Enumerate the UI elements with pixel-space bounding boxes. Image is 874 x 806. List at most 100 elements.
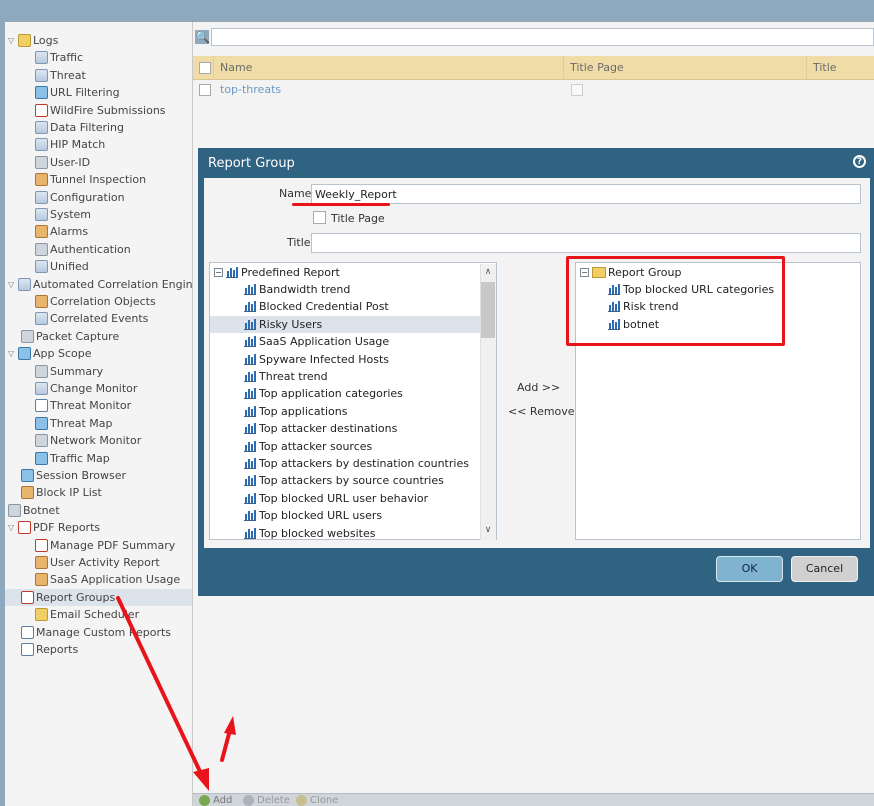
- title-field[interactable]: [311, 233, 861, 253]
- available-scroll-thumb[interactable]: [481, 282, 495, 338]
- expand-toggle-icon[interactable]: ▽: [8, 519, 17, 536]
- sidebar-item-traffic[interactable]: Traffic: [5, 49, 192, 66]
- table-row[interactable]: top-threats: [193, 80, 874, 100]
- sidebar-item-session-browser[interactable]: Session Browser: [5, 467, 192, 484]
- column-title-page[interactable]: Title Page: [563, 56, 806, 80]
- available-report-item[interactable]: Top application categories: [210, 385, 480, 402]
- row-checkbox[interactable]: [199, 84, 211, 96]
- sidebar-item-manage-custom-reports[interactable]: Manage Custom Reports: [5, 624, 192, 641]
- sidebar-item-pdf-reports[interactable]: ▽ PDF Reports: [5, 519, 192, 536]
- name-field[interactable]: [311, 184, 861, 204]
- app-scope-icon: [18, 347, 31, 361]
- sidebar-item-network-monitor[interactable]: Network Monitor: [5, 432, 192, 449]
- column-name[interactable]: Name: [213, 56, 563, 80]
- collapse-icon[interactable]: −: [214, 268, 223, 277]
- column-title[interactable]: Title: [806, 56, 874, 80]
- sidebar-item-data-filtering[interactable]: Data Filtering: [5, 119, 192, 136]
- available-report-label: Risky Users: [259, 317, 323, 331]
- remove-button[interactable]: << Remove: [508, 405, 575, 418]
- sidebar-item-system[interactable]: System: [5, 206, 192, 223]
- pdf-reports-icon: [18, 521, 31, 535]
- sidebar-item-label: Threat Monitor: [50, 399, 132, 413]
- sidebar-item-packet-capture[interactable]: Packet Capture: [5, 328, 192, 345]
- sidebar-item-url-filtering[interactable]: URL Filtering: [5, 84, 192, 101]
- annotation-highlight-box: [566, 256, 785, 346]
- sidebar-item-saas-application-usage[interactable]: SaaS Application Usage: [5, 571, 192, 588]
- sidebar-item-label: Tunnel Inspection: [50, 173, 147, 187]
- add-button[interactable]: Add >>: [517, 381, 560, 394]
- available-report-item[interactable]: Top attackers by destination countries: [210, 455, 480, 472]
- sidebar-item-manage-pdf-summary[interactable]: Manage PDF Summary: [5, 537, 192, 554]
- sidebar-item-user-activity-report[interactable]: User Activity Report: [5, 554, 192, 571]
- expand-toggle-icon[interactable]: ▽: [8, 32, 17, 49]
- available-report-item[interactable]: Spyware Infected Hosts: [210, 351, 480, 368]
- sidebar-item-report-groups[interactable]: Report Groups: [5, 588, 192, 606]
- available-report-label: Top attackers by destination countries: [259, 457, 469, 470]
- sidebar-item-threat[interactable]: Threat: [5, 67, 192, 84]
- sidebar-item-unified[interactable]: Unified: [5, 258, 192, 275]
- available-report-item[interactable]: Top attacker sources: [210, 438, 480, 455]
- available-report-item[interactable]: Top attacker destinations: [210, 420, 480, 437]
- predefined-report-node[interactable]: − Predefined Report: [214, 264, 340, 281]
- expand-toggle-icon[interactable]: ▽: [8, 276, 17, 293]
- title-page-checkbox[interactable]: [313, 211, 326, 224]
- sidebar-item-wildfire-submissions[interactable]: WildFire Submissions: [5, 102, 192, 119]
- sidebar-item-hip-match[interactable]: HIP Match: [5, 136, 192, 153]
- help-icon[interactable]: ?: [853, 155, 866, 168]
- sidebar-item-label: Traffic Map: [50, 451, 110, 465]
- available-report-item[interactable]: SaaS Application Usage: [210, 333, 480, 350]
- report-group-link[interactable]: top-threats: [220, 80, 281, 100]
- logs-folder-icon: [18, 34, 31, 47]
- sidebar-item-botnet[interactable]: Botnet: [5, 502, 192, 519]
- sidebar-item-summary[interactable]: Summary: [5, 363, 192, 380]
- report-chart-icon: [244, 458, 256, 469]
- available-report-label: SaaS Application Usage: [259, 335, 390, 349]
- sidebar-item-label: Session Browser: [36, 469, 127, 482]
- filter-input[interactable]: [211, 28, 874, 46]
- available-report-item[interactable]: Top attackers by source countries: [210, 472, 480, 489]
- sidebar-item-user-id[interactable]: User-ID: [5, 154, 192, 171]
- sidebar-item-authentication[interactable]: Authentication: [5, 241, 192, 258]
- add-icon[interactable]: [199, 795, 210, 806]
- available-report-item[interactable]: Blocked Credential Post: [210, 298, 480, 315]
- sidebar-item-label: Botnet: [23, 503, 60, 517]
- available-report-item[interactable]: Top applications: [210, 403, 480, 420]
- sidebar-item-alarms[interactable]: Alarms: [5, 223, 192, 240]
- scroll-up-icon[interactable]: ∧: [481, 265, 495, 279]
- sidebar-item-automated-correlation-engine[interactable]: ▽ Automated Correlation Engine: [5, 276, 192, 293]
- sidebar-item-configuration[interactable]: Configuration: [5, 189, 192, 206]
- scroll-down-icon[interactable]: ∨: [481, 523, 495, 537]
- title-page-label: Title Page: [331, 212, 385, 225]
- select-all-checkbox[interactable]: [199, 62, 211, 74]
- search-icon[interactable]: 🔍: [195, 30, 210, 44]
- available-report-label: Top attacker destinations: [259, 422, 398, 436]
- data-filtering-icon: [35, 121, 48, 134]
- block-ip-list-icon: [21, 486, 34, 500]
- available-report-item[interactable]: Top blocked URL users: [210, 507, 480, 524]
- sidebar-item-tunnel-inspection[interactable]: Tunnel Inspection: [5, 171, 192, 188]
- sidebar-item-traffic-map[interactable]: Traffic Map: [5, 450, 192, 467]
- available-report-label: Top blocked websites: [259, 526, 376, 540]
- sidebar-item-email-scheduler[interactable]: Email Scheduler: [5, 606, 192, 623]
- cancel-button[interactable]: Cancel: [791, 556, 858, 582]
- sidebar-item-change-monitor[interactable]: Change Monitor: [5, 380, 192, 397]
- ok-button[interactable]: OK: [716, 556, 783, 582]
- sidebar-item-logs[interactable]: ▽ Logs: [5, 32, 192, 49]
- sidebar-item-correlation-objects[interactable]: Correlation Objects: [5, 293, 192, 310]
- sidebar-item-app-scope[interactable]: ▽ App Scope: [5, 345, 192, 362]
- sidebar-item-correlated-events[interactable]: Correlated Events: [5, 310, 192, 327]
- expand-toggle-icon[interactable]: ▽: [8, 345, 17, 362]
- sidebar-item-reports[interactable]: Reports: [5, 641, 192, 658]
- sidebar-item-block-ip-list[interactable]: Block IP List: [5, 484, 192, 501]
- add-toolbar-button[interactable]: Add: [213, 795, 232, 806]
- available-report-item[interactable]: Threat trend: [210, 368, 480, 385]
- sidebar-item-threat-map[interactable]: Threat Map: [5, 415, 192, 432]
- report-chart-icon: [244, 284, 256, 295]
- available-report-item[interactable]: Bandwidth trend: [210, 281, 480, 298]
- available-report-item[interactable]: Top blocked URL user behavior: [210, 490, 480, 507]
- available-report-item[interactable]: Risky Users: [210, 315, 480, 333]
- sidebar-item-label: Correlated Events: [50, 312, 149, 326]
- manage-custom-reports-icon: [21, 625, 34, 639]
- available-report-item[interactable]: Top blocked websites: [210, 525, 480, 542]
- sidebar-item-threat-monitor[interactable]: Threat Monitor: [5, 397, 192, 414]
